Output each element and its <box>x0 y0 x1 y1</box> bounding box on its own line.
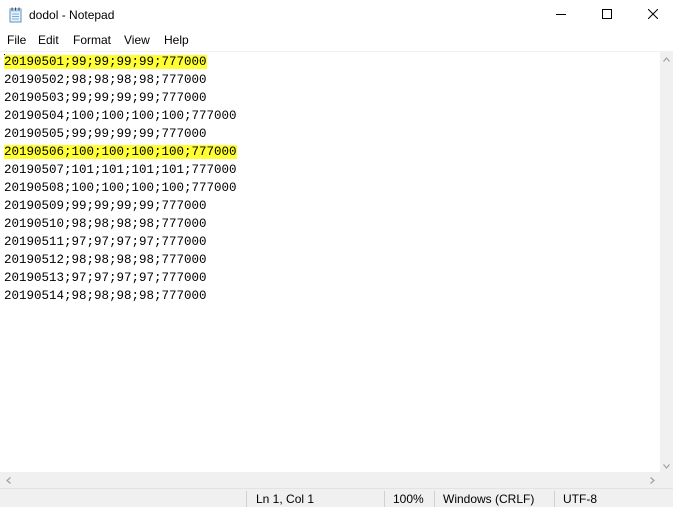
line-text: 20190513;97;97;97;97;777000 <box>4 271 207 285</box>
text-line: 20190508;100;100;100;100;777000 <box>4 179 237 197</box>
text-line: 20190505;99;99;99;99;777000 <box>4 125 207 143</box>
status-bar: Ln 1, Col 1 100% Windows (CRLF) UTF-8 <box>0 488 673 507</box>
line-text: 20190508;100;100;100;100;777000 <box>4 181 237 195</box>
text-line: 20190506;100;100;100;100;777000 <box>4 143 237 161</box>
text-editor[interactable]: 20190501;99;99;99;99;777000 20190502;98;9… <box>0 51 660 473</box>
scroll-right-button[interactable] <box>644 472 660 488</box>
highlighted-text: 20190506;100;100;100;100;777000 <box>4 145 237 159</box>
menu-file[interactable]: File <box>7 33 26 48</box>
close-button[interactable] <box>630 0 673 30</box>
cursor-position: Ln 1, Col 1 <box>256 492 315 506</box>
text-line: 20190509;99;99;99;99;777000 <box>4 197 207 215</box>
menu-view[interactable]: View <box>124 33 150 48</box>
line-text: 20190514;98;98;98;98;777000 <box>4 289 207 303</box>
text-line: 20190501;99;99;99;99;777000 <box>4 53 207 71</box>
window-title: dodol - Notepad <box>29 8 115 22</box>
status-separator <box>246 491 247 507</box>
scroll-up-button[interactable] <box>660 51 673 65</box>
maximize-icon <box>602 6 612 24</box>
text-line: 20190514;98;98;98;98;777000 <box>4 287 207 305</box>
title-bar[interactable]: dodol - Notepad <box>0 0 673 30</box>
encoding: UTF-8 <box>563 492 597 506</box>
line-text: 20190507;101;101;101;101;777000 <box>4 163 237 177</box>
status-separator <box>434 491 435 507</box>
text-line: 20190504;100;100;100;100;777000 <box>4 107 237 125</box>
line-text: 20190512;98;98;98;98;777000 <box>4 253 207 267</box>
text-line: 20190507;101;101;101;101;777000 <box>4 161 237 179</box>
line-text: 20190509;99;99;99;99;777000 <box>4 199 207 213</box>
text-line: 20190503;99;99;99;99;777000 <box>4 89 207 107</box>
line-text: 20190505;99;99;99;99;777000 <box>4 127 207 141</box>
menu-edit[interactable]: Edit <box>38 33 59 48</box>
chevron-left-icon <box>5 471 11 489</box>
chevron-up-icon <box>663 49 670 67</box>
line-text: 20190503;99;99;99;99;777000 <box>4 91 207 105</box>
text-line: 20190510;98;98;98;98;777000 <box>4 215 207 233</box>
text-line: 20190502;98;98;98;98;777000 <box>4 71 207 89</box>
vertical-scrollbar[interactable] <box>660 51 673 472</box>
text-line: 20190511;97;97;97;97;777000 <box>4 233 207 251</box>
status-separator <box>384 491 385 507</box>
scroll-down-button[interactable] <box>660 458 673 472</box>
menu-help[interactable]: Help <box>164 33 189 48</box>
line-ending: Windows (CRLF) <box>443 492 535 506</box>
horizontal-scrollbar[interactable] <box>0 472 660 488</box>
scroll-left-button[interactable] <box>0 472 16 488</box>
line-text: 20190502;98;98;98;98;777000 <box>4 73 207 87</box>
line-text: 20190511;97;97;97;97;777000 <box>4 235 207 249</box>
menu-bar: File Edit Format View Help <box>0 30 673 50</box>
minimize-button[interactable] <box>538 0 584 30</box>
notepad-icon <box>9 7 22 23</box>
scrollbar-corner <box>660 472 673 488</box>
status-separator <box>554 491 555 507</box>
zoom-level: 100% <box>393 492 424 506</box>
chevron-right-icon <box>649 471 655 489</box>
highlighted-text: 20190501;99;99;99;99;777000 <box>4 55 207 69</box>
line-text: 20190504;100;100;100;100;777000 <box>4 109 237 123</box>
notepad-window: dodol - Notepad File Edit Format View He… <box>0 0 673 507</box>
text-line: 20190513;97;97;97;97;777000 <box>4 269 207 287</box>
maximize-button[interactable] <box>584 0 630 30</box>
line-text: 20190510;98;98;98;98;777000 <box>4 217 207 231</box>
minimize-icon <box>556 6 566 24</box>
text-line: 20190512;98;98;98;98;777000 <box>4 251 207 269</box>
close-icon <box>647 6 659 24</box>
menu-format[interactable]: Format <box>73 33 111 48</box>
